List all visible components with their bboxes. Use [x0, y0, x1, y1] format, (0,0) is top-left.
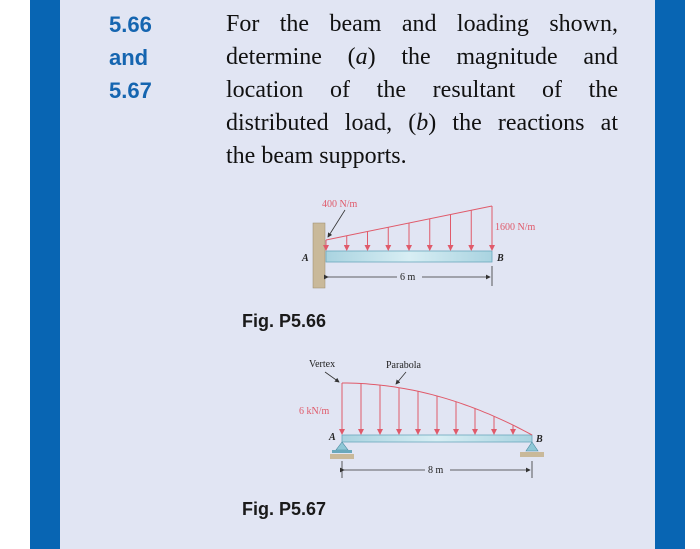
load-arrows: [323, 206, 495, 251]
text-run: location of the resultant of the: [226, 77, 618, 103]
left-accent-bar: [30, 0, 60, 549]
problem-text-line: the beam supports.: [226, 140, 618, 173]
parabola-label: Parabola: [386, 360, 422, 371]
vertex-leader-line: [324, 371, 340, 383]
text-run: For the beam and loading shown,: [226, 11, 618, 37]
problem-number-line: 5.67: [109, 78, 152, 103]
problem-text-line: location of the resultant of the: [226, 74, 618, 107]
parabola-leader-line: [395, 371, 407, 385]
leader-line: [327, 209, 346, 238]
text-run: the beam supports.: [226, 143, 407, 169]
problem-text-line: distributed load, (b) the reactions at: [226, 107, 618, 140]
support-a-label: A: [328, 432, 336, 443]
part-b-label: b: [416, 110, 429, 136]
figure-caption: Fig. P5.66: [242, 311, 327, 331]
problem-number-line: and: [109, 45, 149, 70]
span-label: 8 m: [428, 465, 444, 476]
load-label: 6 kN/m: [299, 406, 330, 417]
text-run: distributed load, (: [226, 110, 417, 136]
figure-p5-67: Vertex Parabola 6 kN/m A B 8 m: [299, 359, 544, 478]
part-a-label: a: [355, 44, 368, 70]
support-b-label: B: [535, 434, 543, 445]
support-a: [330, 441, 354, 459]
beam: [325, 250, 493, 263]
figure-p5-66: 400 N/m 1600 N/m A B 6 m: [301, 199, 536, 289]
problem-number: 5.66 and 5.67: [109, 8, 152, 107]
load-left-label: 400 N/m: [322, 199, 358, 210]
beam: [341, 434, 533, 443]
problem-text-line: determine (a) the magnitude and: [226, 41, 618, 74]
text-run: ) the magnitude and: [367, 44, 618, 70]
load-arrows: [339, 383, 516, 435]
support-b-label: B: [496, 253, 504, 264]
right-accent-bar: [655, 0, 685, 549]
problem-text-line: For the beam and loading shown,: [226, 8, 618, 41]
figure-caption: Fig. P5.67: [242, 499, 327, 519]
support-a-label: A: [301, 253, 309, 264]
wall-support: [312, 222, 326, 289]
problem-statement: For the beam and loading shown, determin…: [226, 8, 618, 173]
vertex-label: Vertex: [309, 359, 335, 370]
span-label: 6 m: [400, 272, 416, 283]
problem-number-line: 5.66: [109, 12, 152, 37]
load-right-label: 1600 N/m: [495, 222, 536, 233]
text-run: determine (: [226, 44, 356, 70]
text-run: ) the reactions at: [428, 110, 618, 136]
